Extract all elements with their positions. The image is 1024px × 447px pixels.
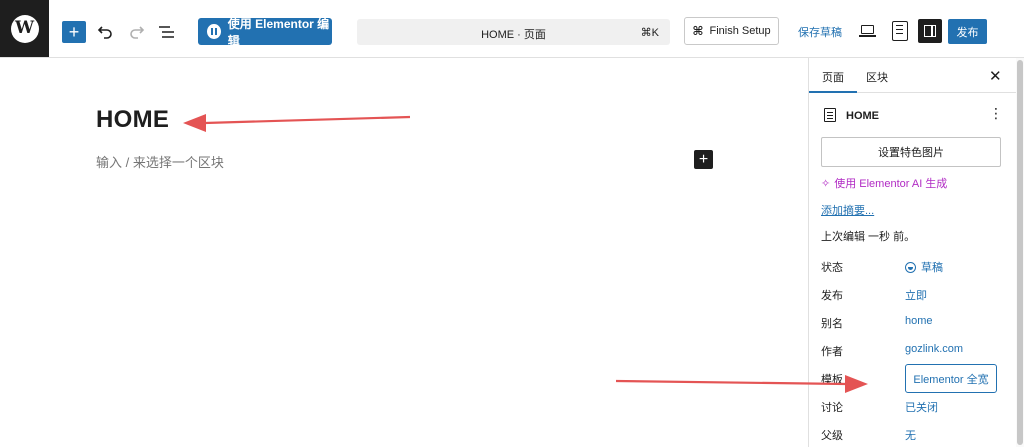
wordpress-logo-glyph: W [14,18,35,38]
scrollbar-thumb[interactable] [1017,60,1023,445]
meta-row-author: 作者 gozlink.com [821,340,1011,360]
set-featured-image-button[interactable]: 设置特色图片 [821,137,1001,167]
status-value[interactable]: 草稿 [905,259,943,275]
meta-row-parent: 父级 无 [821,424,1011,444]
author-value[interactable]: gozlink.com [905,343,963,355]
meta-label: 父级 [821,430,843,442]
sidebar-tabs: 页面 区块 ✕ [809,58,1017,93]
edit-with-elementor-label: 使用 Elementor 编辑 [227,16,330,48]
meta-row-discussion: 讨论 已关闭 [821,396,1011,416]
sidebar-scrollbar[interactable] [1016,58,1024,447]
active-tab-indicator [809,91,857,93]
finish-setup-label: Finish Setup [709,25,771,37]
page-title[interactable]: HOME [96,106,169,134]
elementor-ai-generate-label: 使用 Elementor AI 生成 [834,178,948,190]
publish-date-value[interactable]: 立即 [905,287,927,303]
page-icon [824,108,836,122]
meta-row-publish: 发布 立即 [821,284,1011,304]
editor-toolbar: W + 使用 Elementor 编辑 HOME · 页面 ⌘K ⌘ Finis… [0,0,1024,58]
settings-sidebar: 页面 区块 ✕ HOME ⋮ 设置特色图片 ✧ 使用 Elementor AI 生… [808,58,1017,447]
command-shortcut: ⌘K [640,27,659,39]
meta-row-status: 状态 草稿 [821,256,1011,276]
redo-icon[interactable] [126,20,148,44]
finish-setup-icon: ⌘ [692,24,704,38]
close-icon[interactable]: ✕ [989,67,1002,85]
meta-row-template: 模板 Elementor 全宽 [821,364,1011,393]
block-placeholder[interactable]: 输入 / 来选择一个区块 [96,152,224,171]
sidebar-document-title: HOME [846,110,879,122]
draft-status-icon [905,262,916,273]
document-command-bar[interactable]: HOME · 页面 ⌘K [357,19,670,45]
finish-setup-button[interactable]: ⌘ Finish Setup [684,17,779,45]
add-block-button[interactable]: + [694,150,713,169]
plus-icon: + [68,22,80,42]
status-value-label: 草稿 [921,262,943,274]
last-edited-text: 上次编辑 一秒 前。 [821,231,916,243]
edit-with-elementor-button[interactable]: 使用 Elementor 编辑 [198,17,332,48]
meta-label: 模板 [821,374,843,386]
wordpress-logo-circle: W [10,14,39,43]
list-view-icon[interactable] [156,20,178,44]
sparkle-icon: ✧ [821,178,831,190]
add-excerpt-link[interactable]: 添加摘要... [821,202,874,218]
wordpress-logo-icon[interactable]: W [0,0,49,57]
elementor-ai-generate-link[interactable]: ✧ 使用 Elementor AI 生成 [821,175,947,191]
meta-label: 发布 [821,290,843,302]
more-options-icon[interactable]: ⋮ [989,106,1003,120]
parent-value[interactable]: 无 [905,427,916,443]
save-draft-button[interactable]: 保存草稿 [798,24,842,40]
meta-row-slug: 别名 home [821,312,1011,332]
meta-label: 讨论 [821,402,843,414]
meta-label: 状态 [821,262,843,274]
meta-label: 别名 [821,318,843,330]
block-inserter-button[interactable]: + [62,21,86,43]
template-select-button[interactable]: Elementor 全宽 [905,364,997,393]
tab-block[interactable]: 区块 [866,69,888,85]
sidebar-toggle-icon[interactable] [918,19,942,43]
slug-value[interactable]: home [905,315,933,327]
meta-label: 作者 [821,346,843,358]
publish-button[interactable]: 发布 [948,19,987,44]
undo-icon[interactable] [94,20,116,44]
document-icon[interactable] [892,21,908,41]
desktop-view-icon[interactable] [859,22,877,40]
document-bar-title: HOME · 页面 [481,29,546,41]
elementor-icon [207,24,221,39]
editor-canvas: HOME 输入 / 来选择一个区块 + [0,58,808,447]
plus-icon: + [698,150,709,168]
tab-page[interactable]: 页面 [822,69,844,85]
discussion-value[interactable]: 已关闭 [905,399,938,415]
